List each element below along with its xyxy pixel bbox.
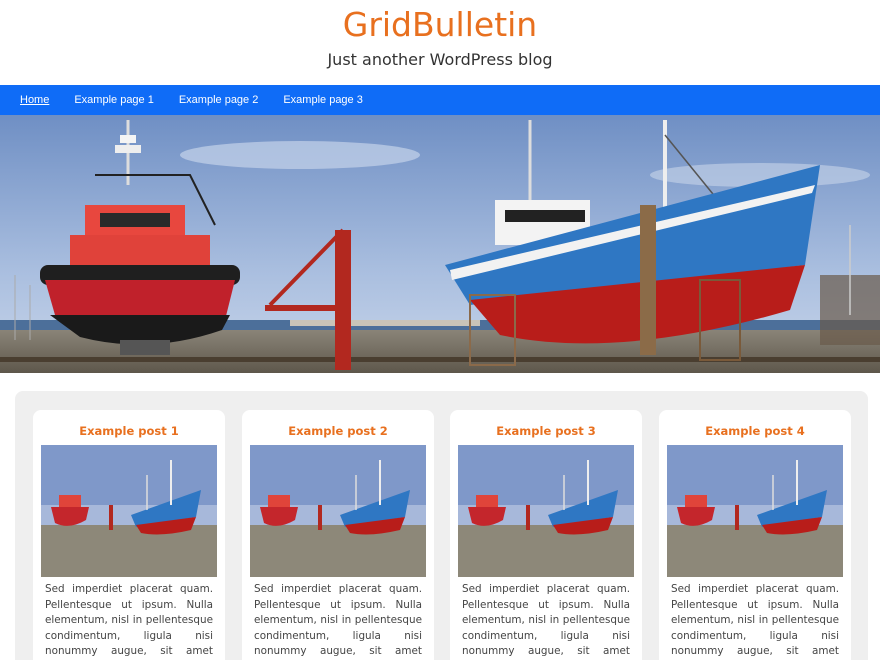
post-title-2[interactable]: Example post 2 xyxy=(242,424,434,438)
header-image xyxy=(0,115,880,373)
post-card-3: Example post 3 Sed imperdiet placerat qu… xyxy=(450,410,642,660)
post-title-4[interactable]: Example post 4 xyxy=(659,424,851,438)
nav-item-example-page-1[interactable]: Example page 1 xyxy=(74,94,154,106)
post-excerpt-2: Sed imperdiet placerat quam. Pellentesqu… xyxy=(254,583,422,657)
nav-item-home[interactable]: Home xyxy=(20,94,49,106)
main-navigation: Home Example page 1 Example page 2 Examp… xyxy=(0,85,880,115)
post-title-3[interactable]: Example post 3 xyxy=(450,424,642,438)
post-excerpt-3: Sed imperdiet placerat quam. Pellentesqu… xyxy=(462,583,630,657)
post-excerpt-1: Sed imperdiet placerat quam. Pellentesqu… xyxy=(45,583,213,657)
site-title[interactable]: GridBulletin xyxy=(0,0,880,44)
post-card-4: Example post 4 Sed imperdiet placerat qu… xyxy=(659,410,851,660)
post-thumbnail-1[interactable] xyxy=(41,445,217,577)
post-card-1: Example post 1 Sed imperdiet placerat qu… xyxy=(33,410,225,660)
post-thumbnail-2[interactable] xyxy=(250,445,426,577)
post-excerpt-4: Sed imperdiet placerat quam. Pellentesqu… xyxy=(671,583,839,657)
nav-item-example-page-3[interactable]: Example page 3 xyxy=(283,94,363,106)
site-tagline: Just another WordPress blog xyxy=(327,50,553,69)
post-thumbnail-3[interactable] xyxy=(458,445,634,577)
site-header: GridBulletin Just another WordPress blog xyxy=(0,0,880,85)
post-card-2: Example post 2 Sed imperdiet placerat qu… xyxy=(242,410,434,660)
post-title-1[interactable]: Example post 1 xyxy=(33,424,225,438)
post-thumbnail-4[interactable] xyxy=(667,445,843,577)
nav-item-example-page-2[interactable]: Example page 2 xyxy=(179,94,259,106)
